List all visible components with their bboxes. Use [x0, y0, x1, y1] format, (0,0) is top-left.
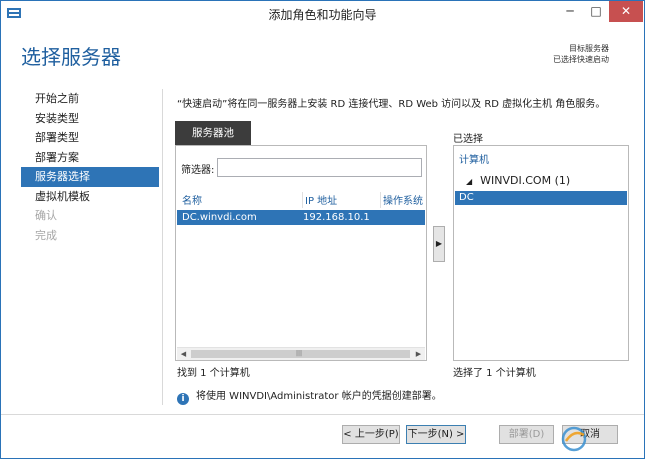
nav-item-completion: 完成 [35, 228, 57, 242]
list-item[interactable]: DC [455, 191, 627, 205]
server-ip-cell: 192.168.10.1 [303, 212, 370, 223]
scroll-left-icon[interactable]: ◀ [177, 348, 190, 360]
footer-divider [1, 414, 644, 415]
horizontal-scrollbar[interactable]: ◀ ||| ▶ [177, 347, 425, 360]
watermark-logo [561, 426, 587, 452]
add-to-selected-button[interactable]: ▶ [433, 226, 445, 262]
scroll-right-icon[interactable]: ▶ [412, 348, 425, 360]
nav-item-installation-type[interactable]: 安装类型 [21, 109, 159, 129]
nav-item-before-you-begin[interactable]: 开始之前 [21, 89, 159, 109]
nav-item-vm-template[interactable]: 虚拟机模板 [21, 187, 159, 207]
title-bar[interactable]: 添加角色和功能向导 ─ □ ✕ [1, 1, 644, 25]
nav-item-deployment-type[interactable]: 部署类型 [21, 128, 159, 148]
page-title: 选择服务器 [21, 45, 121, 69]
selected-panel: 计算机 ◢ WINVDI.COM (1) DC [453, 145, 629, 361]
collapse-triangle-icon[interactable]: ◢ [466, 177, 472, 186]
nav-item-confirmation: 确认 [35, 209, 57, 222]
deploy-button: 部署(D) [499, 425, 554, 444]
found-count: 找到 1 个计算机 [177, 368, 250, 379]
grip-icon: ||| [296, 350, 303, 357]
server-pool-panel: 筛选器: 名称 IP 地址 操作系统 DC.winvdi.com 192.168… [175, 145, 427, 361]
close-button[interactable]: ✕ [609, 1, 643, 22]
selected-group-label: WINVDI.COM (1) [480, 174, 571, 187]
nav-item-server-selection[interactable]: 服务器选择 [21, 167, 159, 187]
info-icon: i [177, 393, 189, 405]
maximize-button[interactable]: □ [583, 1, 609, 22]
table-row[interactable]: DC.winvdi.com 192.168.10.1 [177, 210, 425, 225]
selected-column-header[interactable]: 计算机 [459, 151, 489, 166]
destination-server-value: 已选择快速启动 [553, 55, 609, 64]
tab-server-pool[interactable]: 服务器池 [175, 121, 251, 145]
previous-button[interactable]: < 上一步(P) [342, 425, 400, 444]
column-header-name[interactable]: 名称 [182, 192, 202, 207]
selected-group[interactable]: ◢ WINVDI.COM (1) [466, 174, 570, 187]
nav-divider [162, 89, 163, 405]
filter-input[interactable] [217, 158, 422, 177]
window-title: 添加角色和功能向导 [268, 8, 377, 22]
info-text: 将使用 WINVDI\Administrator 帐户的凭据创建部署。 [196, 391, 442, 402]
column-header-os[interactable]: 操作系统 [380, 192, 423, 208]
intro-text: “快速启动”将在同一服务器上安装 RD 连接代理、RD Web 访问以及 RD … [177, 99, 606, 110]
wizard-window: 添加角色和功能向导 ─ □ ✕ 选择服务器 目标服务器 已选择快速启动 开始之前… [0, 0, 645, 459]
nav-item-deployment-scenario[interactable]: 部署方案 [21, 148, 159, 168]
scrollbar-thumb[interactable]: ||| [191, 350, 410, 358]
filter-label: 筛选器: [181, 165, 215, 176]
column-header-ip[interactable]: IP 地址 [302, 192, 337, 208]
selected-title: 已选择 [453, 134, 483, 145]
server-table-header: 名称 IP 地址 操作系统 [176, 190, 426, 208]
selected-count: 选择了 1 个计算机 [453, 368, 536, 379]
destination-server-label: 目标服务器 [569, 44, 609, 53]
info-message: i 将使用 WINVDI\Administrator 帐户的凭据创建部署。 [177, 387, 442, 405]
minimize-button[interactable]: ─ [557, 1, 583, 22]
wizard-nav: 开始之前 安装类型 部署类型 部署方案 服务器选择 虚拟机模板 确认 完成 [21, 89, 159, 245]
server-name-cell: DC.winvdi.com [182, 212, 257, 223]
next-button[interactable]: 下一步(N) > [406, 425, 466, 444]
